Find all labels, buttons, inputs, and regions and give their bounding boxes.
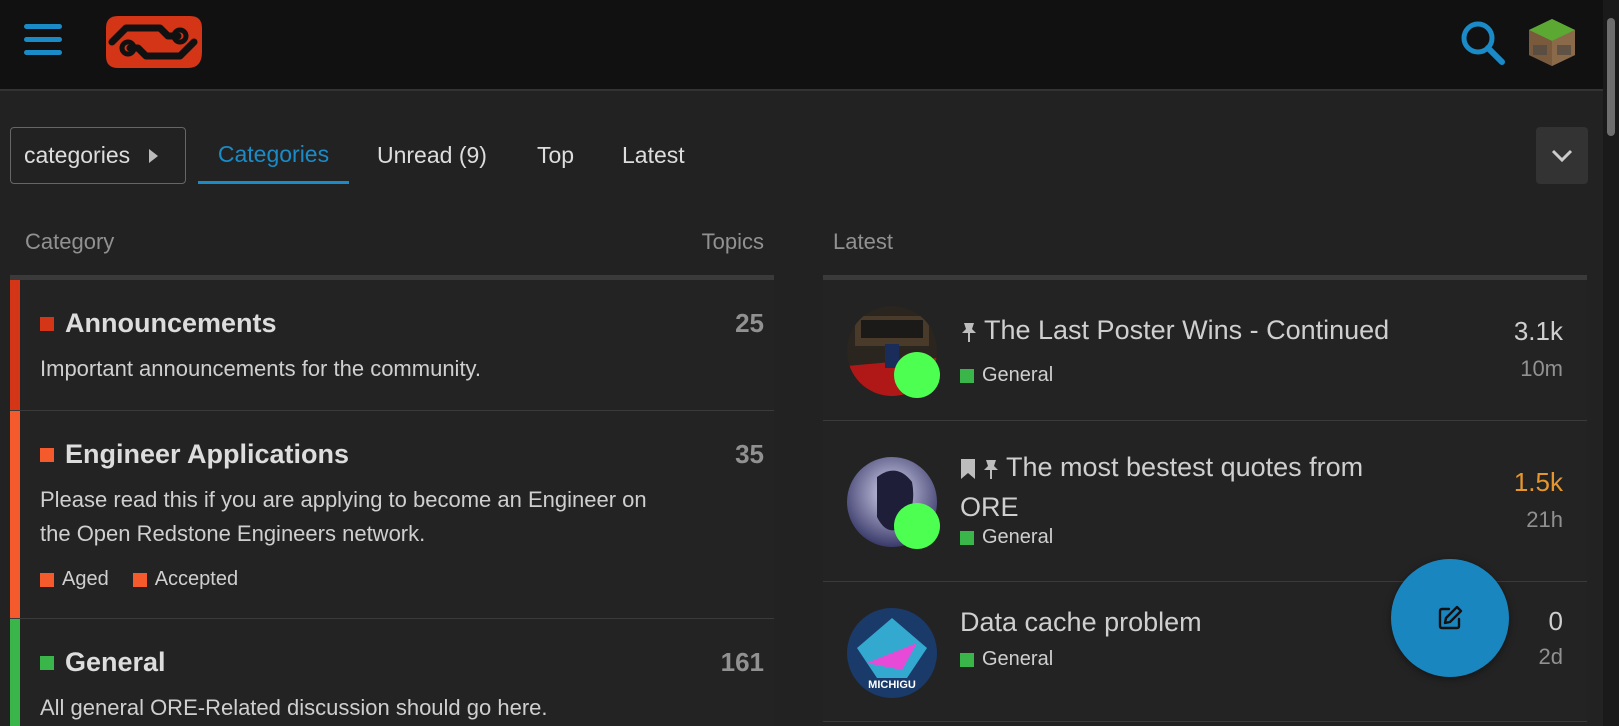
category-name-link[interactable]: Announcements (40, 308, 277, 339)
user-avatar[interactable] (1527, 17, 1577, 67)
caret-right-icon (149, 148, 159, 163)
hamburger-icon[interactable] (24, 22, 64, 58)
category-row-announcements[interactable]: Announcements 25 Important announcements… (10, 280, 774, 411)
page-scrollbar[interactable] (1603, 0, 1619, 726)
category-name: General (65, 647, 166, 677)
tab-unread[interactable]: Unread (9) (377, 127, 487, 184)
category-row-engineer-applications[interactable]: Engineer Applications 35 Please read thi… (10, 411, 774, 619)
topic-row[interactable]: The most bestest quotes from ORE General… (823, 421, 1587, 582)
subcategory-name: Accepted (154, 568, 239, 590)
category-badge (40, 447, 54, 462)
category-description: Please read this if you are applying to … (40, 487, 647, 546)
site-header (0, 0, 1603, 91)
topic-category-name: General (982, 364, 1054, 386)
category-badge (960, 530, 974, 545)
pin-icon (984, 459, 998, 479)
avatar-text: MICHIGU (868, 679, 916, 691)
pin-icon (962, 322, 976, 342)
category-name: Announcements (65, 308, 277, 338)
scrollbar-thumb[interactable] (1607, 18, 1615, 136)
topic-activity-age: 21h (1526, 507, 1563, 532)
topic-title-link[interactable]: The Last Poster Wins - Continued (960, 310, 1420, 350)
pencil-square-icon (1438, 605, 1463, 630)
subcategory-accepted[interactable]: Accepted (132, 568, 239, 591)
category-badge (40, 655, 54, 670)
category-name: Engineer Applications (65, 439, 350, 469)
categories-table-header: Category Topics (10, 201, 774, 280)
category-badge (960, 652, 974, 667)
new-topic-button[interactable] (1391, 559, 1509, 677)
header-topics: Topics (701, 229, 764, 254)
tab-latest[interactable]: Latest (622, 127, 685, 184)
topic-title-link[interactable]: The most bestest quotes from ORE (960, 447, 1420, 527)
topic-category-name: General (982, 526, 1054, 548)
bookmark-icon (961, 458, 975, 479)
topic-activity-age: 10m (1520, 356, 1563, 381)
topic-title: Data cache problem (960, 607, 1202, 637)
category-topic-count: 25 (735, 308, 764, 338)
topic-post-count-hot: 1.5k (1513, 467, 1563, 497)
category-color-stripe (10, 280, 20, 410)
topic-title-link[interactable]: Data cache problem (960, 602, 1420, 642)
online-indicator (894, 503, 940, 549)
subcategory-list: Aged Accepted (40, 568, 262, 591)
topic-category-badge[interactable]: General (960, 526, 1053, 549)
category-color-stripe (10, 411, 20, 618)
category-topic-count: 35 (735, 439, 764, 469)
topic-row[interactable]: The Last Poster Wins - Continued General… (823, 280, 1587, 421)
topic-title: The most bestest quotes from ORE (960, 452, 1364, 522)
search-icon[interactable] (1458, 18, 1506, 66)
category-description: All general ORE-Related discussion shoul… (40, 695, 548, 720)
nav-dropdown-button[interactable] (1536, 127, 1588, 184)
category-name-link[interactable]: General (40, 647, 166, 678)
online-indicator (894, 352, 940, 398)
chevron-down-icon (1551, 149, 1573, 162)
subcategory-name: Aged (62, 568, 109, 590)
category-row-general[interactable]: General 161 All general ORE-Related disc… (10, 619, 774, 726)
tab-categories[interactable]: Categories (198, 127, 349, 184)
topic-post-count: 0 (1548, 606, 1563, 636)
category-badge (40, 316, 54, 331)
category-badge (960, 368, 974, 383)
navigation-bar: categories Categories Unread (9) Top Lat… (0, 91, 1603, 201)
topic-title: The Last Poster Wins - Continued (984, 315, 1390, 345)
category-description: Important announcements for the communit… (40, 356, 482, 381)
subcategory-badge (40, 572, 54, 587)
categories-table: Category Topics Announcements 25 Importa… (10, 201, 774, 726)
category-name-link[interactable]: Engineer Applications (40, 439, 349, 470)
topic-category-badge[interactable]: General (960, 364, 1053, 387)
header-category: Category (25, 229, 115, 254)
tab-top[interactable]: Top (537, 127, 574, 184)
topic-category-badge[interactable]: General (960, 648, 1053, 671)
subcategory-aged[interactable]: Aged (40, 568, 109, 591)
topic-category-name: General (982, 648, 1054, 670)
latest-topics-header: Latest (823, 201, 1587, 280)
header-latest: Latest (833, 229, 893, 254)
site-logo[interactable] (104, 12, 204, 72)
subcategory-badge (132, 572, 147, 587)
topic-post-count: 3.1k (1513, 316, 1563, 346)
category-breadcrumb-dropdown[interactable]: categories (10, 127, 186, 184)
category-topic-count: 161 (720, 647, 764, 677)
poster-avatar[interactable]: MICHIGU (847, 608, 937, 698)
topic-activity-age: 2d (1538, 644, 1563, 669)
breadcrumb-label: categories (24, 142, 131, 168)
category-color-stripe (10, 619, 20, 726)
